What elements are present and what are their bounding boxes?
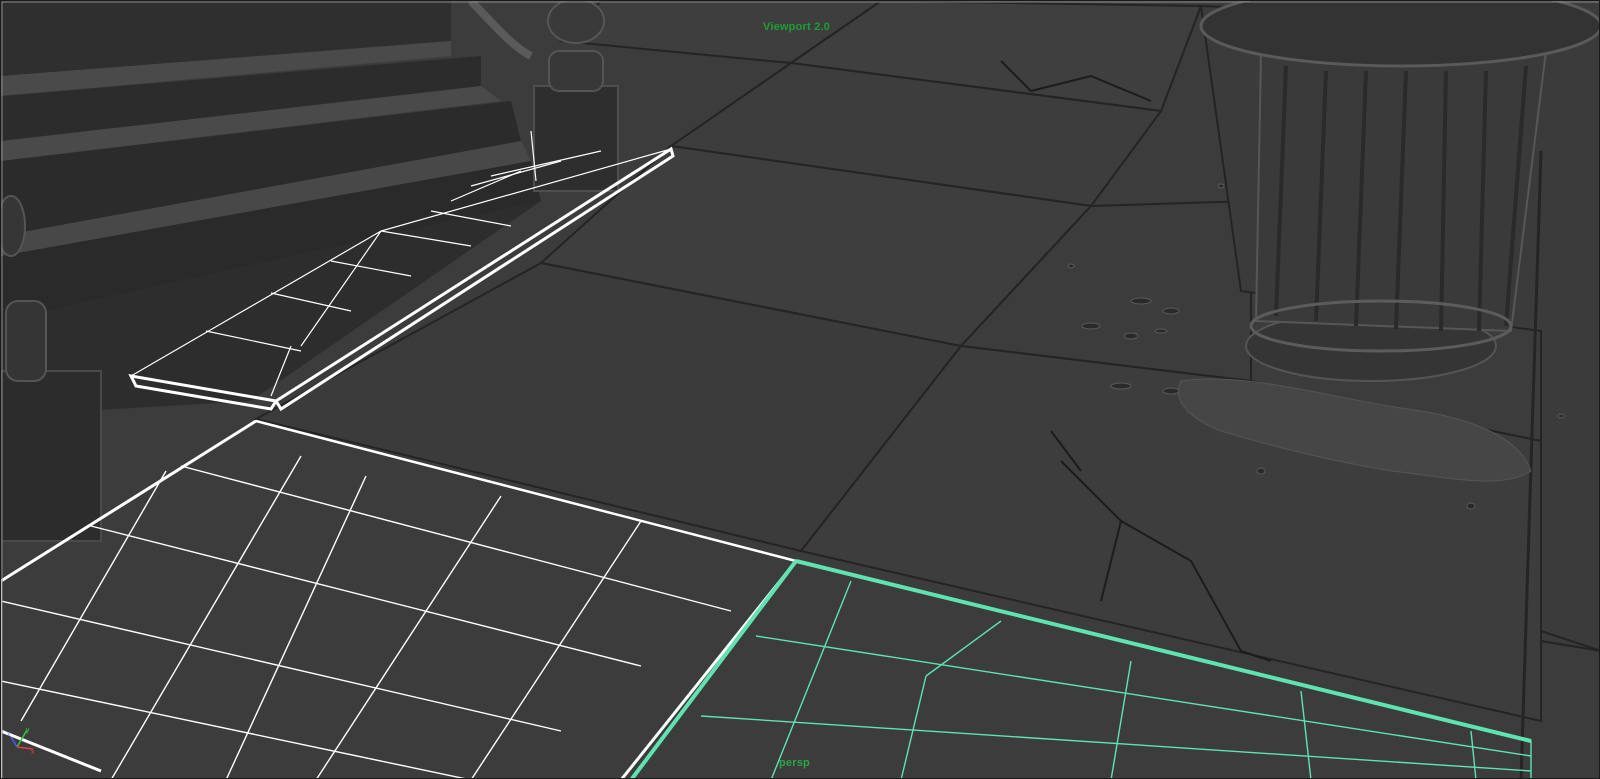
z-axis-line — [10, 736, 18, 748]
camera-name: persp — [779, 757, 810, 769]
y-axis-label: y — [26, 727, 30, 734]
x-axis-label: x — [31, 749, 35, 755]
maya-viewport[interactable]: Viewport 2.0 persp y x z — [0, 0, 1600, 779]
axis-gizmo: y x z — [7, 727, 35, 755]
scene-canvas[interactable] — [1, 1, 1600, 779]
viewport-title: Viewport 2.0 — [763, 21, 830, 33]
z-axis-label: z — [7, 731, 11, 738]
